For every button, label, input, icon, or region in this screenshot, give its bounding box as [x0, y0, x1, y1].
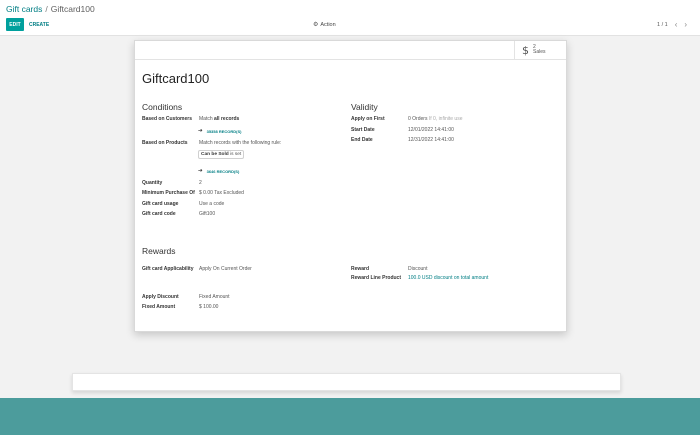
reward-line-product-link[interactable]: 100.0 USD discount on total amount	[408, 275, 488, 281]
products-records-count: 3646 RECORD(S)	[206, 168, 240, 174]
gift-card-applicability-value[interactable]: Apply On Current Order	[199, 266, 252, 272]
start-date-value[interactable]: 12/01/2022 14:41:00	[408, 127, 454, 133]
rewards-section-title: Rewards	[142, 246, 176, 256]
form-sheet: $ 2 Sales Giftcard100 Conditions Based o…	[134, 40, 567, 332]
action-label: Action	[320, 21, 336, 28]
end-date-value[interactable]: 12/31/2022 14:41:00	[408, 137, 454, 143]
based-on-customers-label: Based on Customers	[142, 116, 193, 122]
based-on-products-label: Based on Products	[142, 140, 188, 146]
start-date-label: Start Date	[351, 127, 375, 133]
gift-card-applicability-label: Gift card Applicability	[142, 266, 194, 272]
action-dropdown[interactable]: ⚙ Action	[313, 19, 336, 30]
gift-card-usage-label: Gift card usage	[142, 201, 179, 207]
apply-on-first-orders: 0 Orders	[408, 116, 428, 122]
apply-discount-label: Apply Discount	[142, 294, 179, 300]
validity-section-title: Validity	[351, 102, 378, 112]
control-panel: Gift cards / Giftcard100 EDIT CREATE ⚙ Act…	[0, 0, 700, 36]
chevron-left-icon[interactable]: ‹	[675, 20, 678, 29]
apply-on-first-hint: If 0, infinite use	[428, 116, 463, 122]
based-on-products-value: Match records with the following rule:	[199, 140, 282, 146]
quantity-value[interactable]: 2	[199, 180, 202, 186]
product-rule-operator: is set	[230, 152, 242, 157]
arrow-right-icon: ➔	[198, 128, 203, 134]
products-records-link[interactable]: ➔ 3646 RECORD(S)	[198, 168, 239, 174]
gift-card-usage-value[interactable]: Use a code	[199, 201, 224, 207]
apply-on-first-value[interactable]: 0 Orders If 0, infinite use	[408, 116, 462, 122]
product-rule-field: Can be Sold	[201, 152, 229, 157]
record-title: Giftcard100	[142, 71, 210, 86]
based-on-customers-prefix: Match	[199, 116, 215, 122]
sales-label: Sales	[533, 49, 546, 55]
sales-smart-button-text: 2 Sales	[533, 44, 546, 56]
reward-value[interactable]: Discount	[408, 266, 427, 272]
quantity-label: Quantity	[142, 180, 163, 186]
gear-icon: ⚙	[313, 22, 319, 28]
edit-button[interactable]: EDIT	[6, 18, 24, 31]
breadcrumb: Gift cards / Giftcard100	[6, 4, 95, 14]
minimum-purchase-label: Minimum Purchase Of	[142, 190, 195, 196]
pager: 1 / 1 ‹ ›	[657, 19, 687, 30]
sales-smart-button[interactable]: $ 2 Sales	[514, 41, 566, 59]
chevron-right-icon[interactable]: ›	[684, 20, 687, 29]
based-on-customers-domain: all records	[214, 116, 240, 122]
reward-line-product-label: Reward Line Product	[351, 275, 402, 281]
fixed-amount-label: Fixed Amount	[142, 304, 176, 310]
customers-records-count: 35358 RECORD(S)	[206, 128, 242, 134]
breadcrumb-gift-cards-link[interactable]: Gift cards	[6, 4, 42, 14]
fixed-amount-value[interactable]: $ 100.00	[199, 304, 218, 310]
gift-card-code-label: Gift card code	[142, 211, 176, 217]
pager-value[interactable]: 1 / 1	[657, 22, 668, 28]
product-rule[interactable]: Can be Sold is set	[198, 150, 245, 159]
dollar-icon: $	[522, 43, 529, 57]
conditions-section-title: Conditions	[142, 102, 183, 112]
based-on-customers-value[interactable]: Match all records	[199, 116, 239, 122]
apply-discount-value[interactable]: Fixed Amount	[199, 294, 230, 300]
footer-band	[0, 398, 700, 435]
button-box: $ 2 Sales	[135, 41, 566, 60]
breadcrumb-current: Giftcard100	[50, 4, 95, 14]
minimum-purchase-value[interactable]: $ 0.00 Tax Excluded	[199, 190, 244, 196]
end-date-label: End Date	[351, 137, 373, 143]
apply-on-first-label: Apply on First	[351, 116, 385, 122]
breadcrumb-separator: /	[45, 4, 48, 14]
arrow-right-icon: ➔	[198, 168, 203, 174]
chatter-area	[72, 373, 621, 391]
gift-card-code-value[interactable]: Gift100	[199, 211, 215, 217]
reward-label: Reward	[351, 266, 370, 272]
create-button[interactable]: CREATE	[29, 18, 49, 31]
customers-records-link[interactable]: ➔ 35358 RECORD(S)	[198, 128, 242, 134]
